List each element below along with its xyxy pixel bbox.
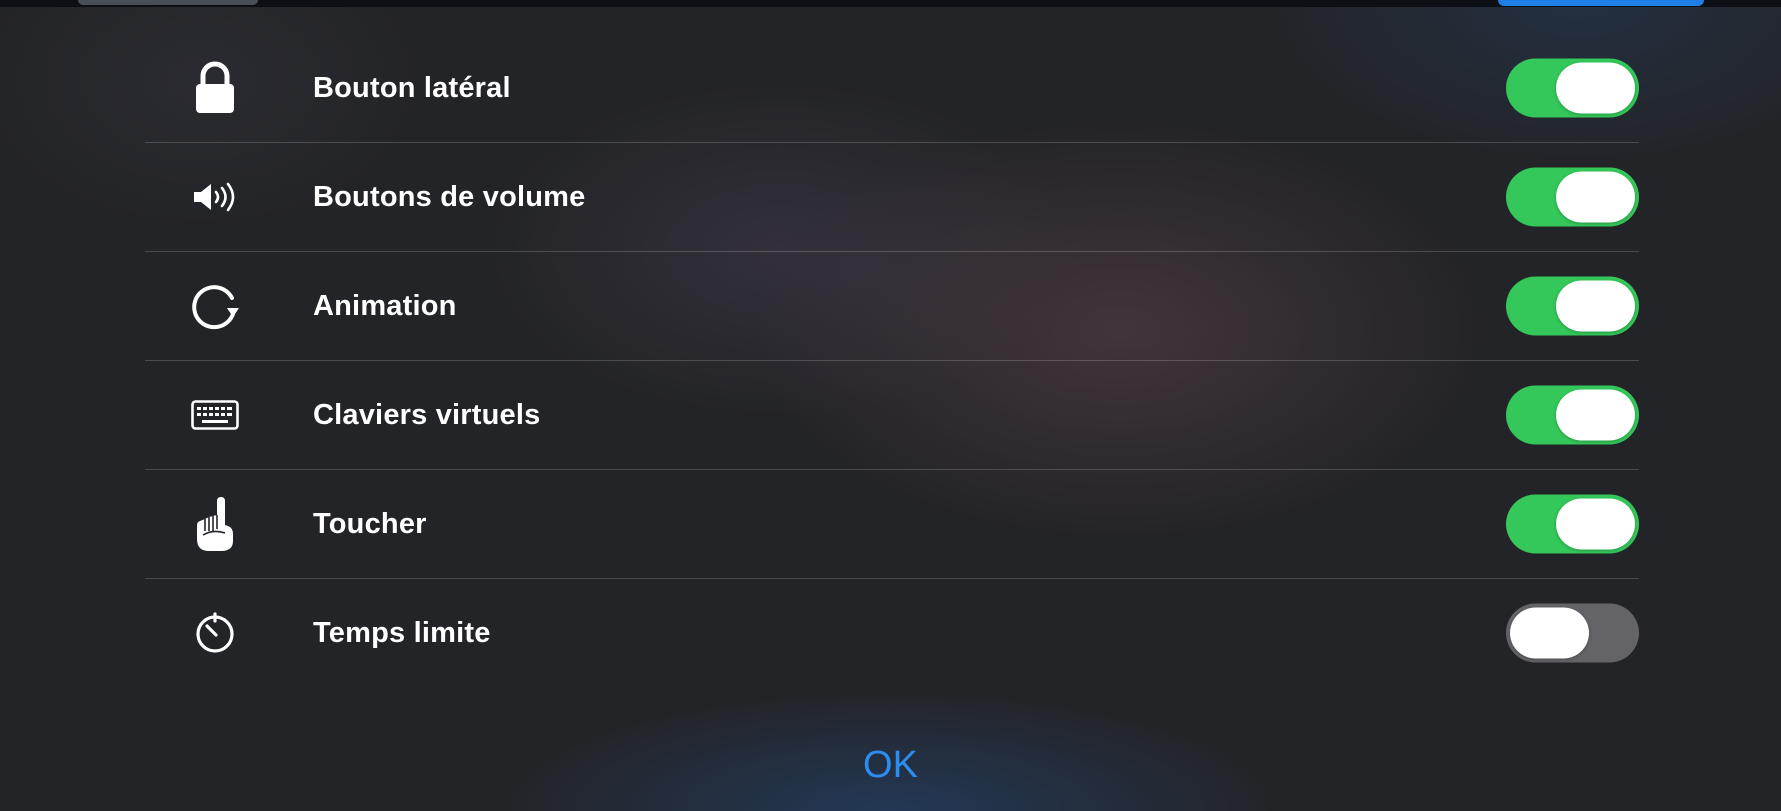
setting-label: Bouton latéral (313, 71, 511, 104)
setting-label: Temps limite (313, 616, 491, 649)
top-edge (0, 0, 1781, 7)
toggle-knob (1556, 389, 1635, 441)
setting-label: Animation (313, 289, 457, 322)
lock-icon (180, 53, 250, 123)
toggle-switch[interactable] (1506, 385, 1639, 445)
setting-label: Claviers virtuels (313, 398, 541, 431)
toggle-switch[interactable] (1506, 494, 1639, 554)
settings-list: Bouton latéral Boutons de volume Animati… (145, 34, 1639, 687)
toggle-knob (1510, 607, 1589, 659)
timer-icon (180, 598, 250, 668)
ok-button[interactable]: OK (0, 744, 1781, 787)
toggle-knob (1556, 171, 1635, 223)
setting-row-side-button: Bouton latéral (145, 34, 1639, 143)
rotate-icon (180, 271, 250, 341)
toggle-switch[interactable] (1506, 167, 1639, 227)
toggle-switch[interactable] (1506, 58, 1639, 118)
top-tab-left (78, 0, 258, 5)
setting-label: Toucher (313, 507, 427, 540)
setting-row-virtual-keyboards: Claviers virtuels (145, 361, 1639, 470)
setting-row-time-limit: Temps limite (145, 579, 1639, 687)
toggle-switch[interactable] (1506, 276, 1639, 336)
setting-row-animation: Animation (145, 252, 1639, 361)
pointing-hand-icon (180, 489, 250, 559)
top-tab-right (1498, 0, 1704, 6)
toggle-knob (1556, 280, 1635, 332)
setting-label: Boutons de volume (313, 180, 586, 213)
toggle-switch[interactable] (1506, 603, 1639, 663)
toggle-knob (1556, 498, 1635, 550)
speaker-volume-icon (180, 162, 250, 232)
toggle-knob (1556, 62, 1635, 114)
setting-row-volume-buttons: Boutons de volume (145, 143, 1639, 252)
setting-row-touch: Toucher (145, 470, 1639, 579)
keyboard-icon (180, 380, 250, 450)
